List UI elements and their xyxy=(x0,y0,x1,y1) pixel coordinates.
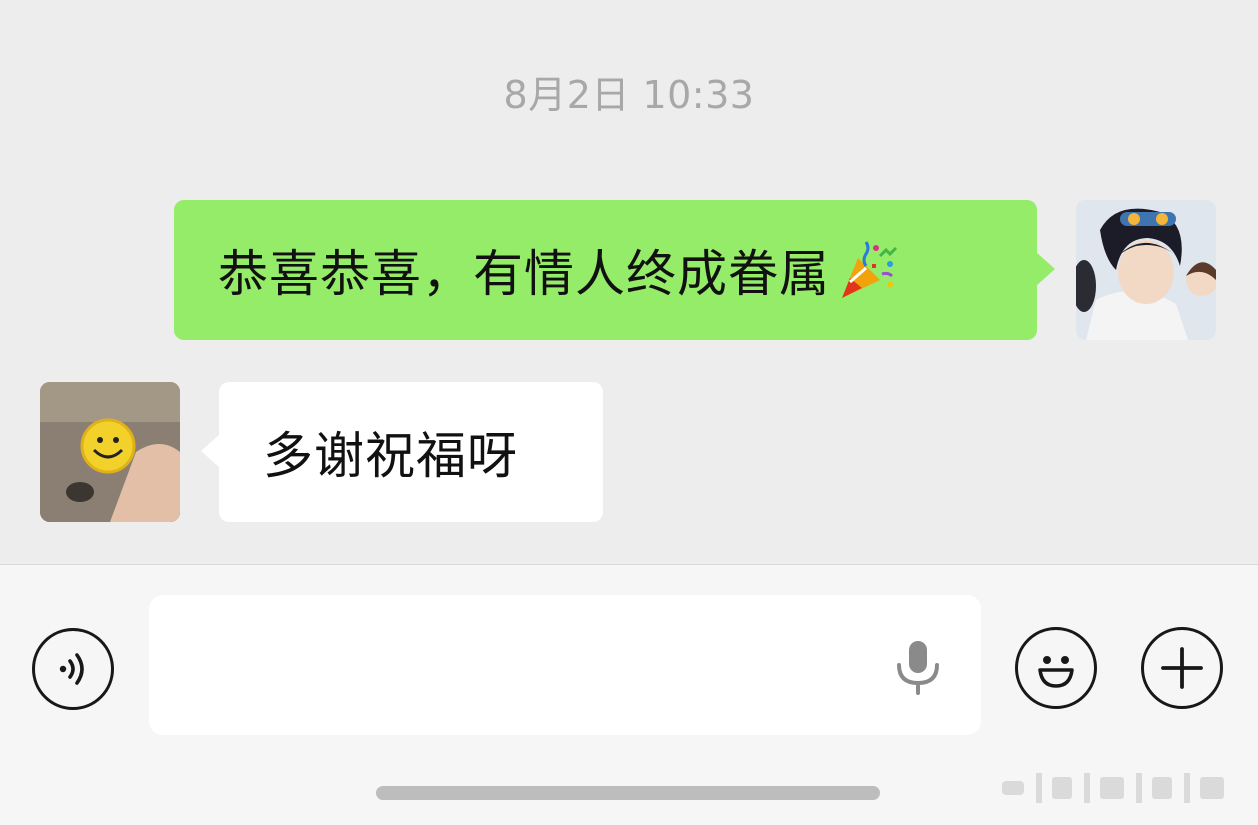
message-timestamp: 8月2日 10:33 xyxy=(503,73,755,117)
received-message-text: 多谢祝福呀 xyxy=(263,427,518,485)
contact-avatar[interactable] xyxy=(40,382,180,522)
home-indicator[interactable] xyxy=(376,786,880,800)
party-popper-icon xyxy=(842,241,898,298)
voice-mode-button[interactable] xyxy=(32,628,114,710)
my-avatar[interactable] xyxy=(1076,200,1216,340)
avatar-image xyxy=(1076,200,1216,340)
chat-area: 8月2日 10:33 恭喜恭喜，有情人终成眷属 多谢祝福呀 xyxy=(0,0,1258,564)
more-actions-button[interactable] xyxy=(1141,627,1223,709)
microphone-icon[interactable] xyxy=(893,639,943,695)
watermark-logo xyxy=(1002,773,1224,803)
sent-message-text: 恭喜恭喜，有情人终成眷属 xyxy=(218,245,830,303)
plus-icon xyxy=(1161,647,1203,689)
voice-icon xyxy=(59,653,84,685)
input-bar xyxy=(0,564,1258,825)
smiley-icon xyxy=(1038,656,1074,688)
emoji-button[interactable] xyxy=(1015,627,1097,709)
message-input[interactable] xyxy=(149,595,981,735)
avatar-image xyxy=(40,382,180,522)
received-message-bubble[interactable]: 多谢祝福呀 xyxy=(201,382,603,522)
sent-message-bubble[interactable]: 恭喜恭喜，有情人终成眷属 xyxy=(174,200,1055,340)
